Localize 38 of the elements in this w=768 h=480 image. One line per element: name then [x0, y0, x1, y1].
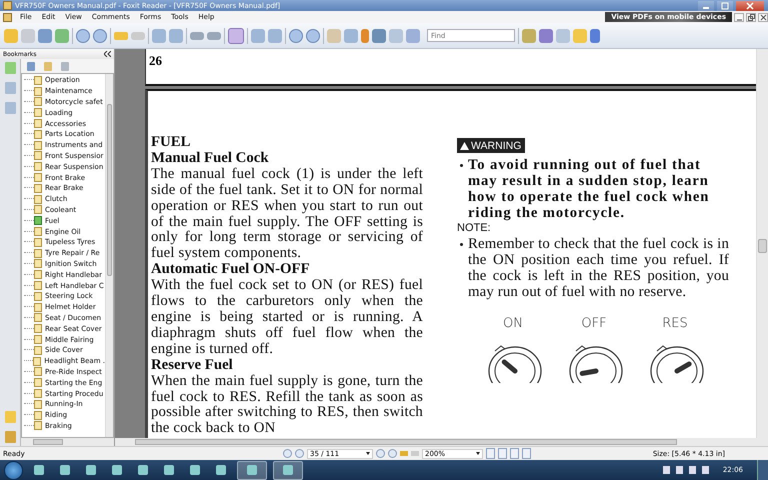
close-button[interactable]: [736, 0, 764, 10]
section-title: FUEL: [151, 135, 192, 151]
show-desktop-button[interactable]: [757, 460, 768, 480]
note-text: Remember to check that the fuel cock is in the ON position each time you refuel. If the cock is left in the RES position, you may run out of fuel with no reserve.: [468, 236, 729, 300]
scrollbar[interactable]: [105, 74, 113, 437]
maximize-button[interactable]: [717, 0, 733, 10]
collapse-icon[interactable]: [104, 51, 111, 57]
minimize-button[interactable]: [698, 0, 714, 10]
facing-icon[interactable]: [510, 448, 519, 459]
warning-label: WARNING: [471, 140, 522, 152]
minimize-button[interactable]: [734, 12, 744, 22]
note-label: NOTE:: [457, 222, 492, 234]
section-heading: Reserve Fuel: [151, 358, 234, 374]
close-icon: [760, 14, 766, 20]
bullet-icon: [460, 164, 463, 167]
columns-icon[interactable]: [522, 448, 531, 459]
page-number: 26: [149, 53, 163, 69]
scrollbar[interactable]: [115, 438, 768, 446]
dial-label: OFF: [581, 316, 607, 331]
warning-text: To avoid running out of fuel that may result in a sudden stop, learn how to operate the fuel cock when riding the motorcycle.: [468, 157, 710, 221]
continuous-icon[interactable]: [498, 448, 507, 459]
close-button[interactable]: [758, 12, 768, 22]
restore-button[interactable]: [746, 12, 756, 22]
scrollbar[interactable]: [21, 438, 114, 446]
paragraph: When the main fuel supply is gone, turn the fuel cock to RES. Refill the tank as soon as possible after switching to RES, then switch the cock back to ON: [151, 374, 423, 438]
section-heading: Manual Fuel Cock: [151, 150, 270, 167]
single-page-icon[interactable]: [486, 448, 495, 459]
start-button[interactable]: [4, 460, 23, 480]
warning-icon: [460, 142, 469, 150]
section-heading: Automatic Fuel ON-OFF: [151, 262, 311, 278]
restore-icon: [748, 14, 754, 20]
paragraph: With the fuel cock set to ON (or RES) fuel flows to the carburetors only when the engine is being started or is running. A diaphragm shuts off fuel flow when the engine is turned off.: [151, 278, 423, 358]
dial-label: RES: [662, 316, 688, 331]
scrollbar[interactable]: [756, 49, 768, 438]
zoom-icon[interactable]: [228, 28, 244, 44]
dial-label: ON: [503, 316, 523, 331]
paragraph: The manual fuel cock (1) is under the left side of the fuel tank. Set it to ON for normal operation or RES when you start to run out of the main fuel supply. The OFF setting is only for long term storage or servicing of fuel system components.: [151, 166, 423, 262]
bullet-icon: [460, 243, 463, 246]
